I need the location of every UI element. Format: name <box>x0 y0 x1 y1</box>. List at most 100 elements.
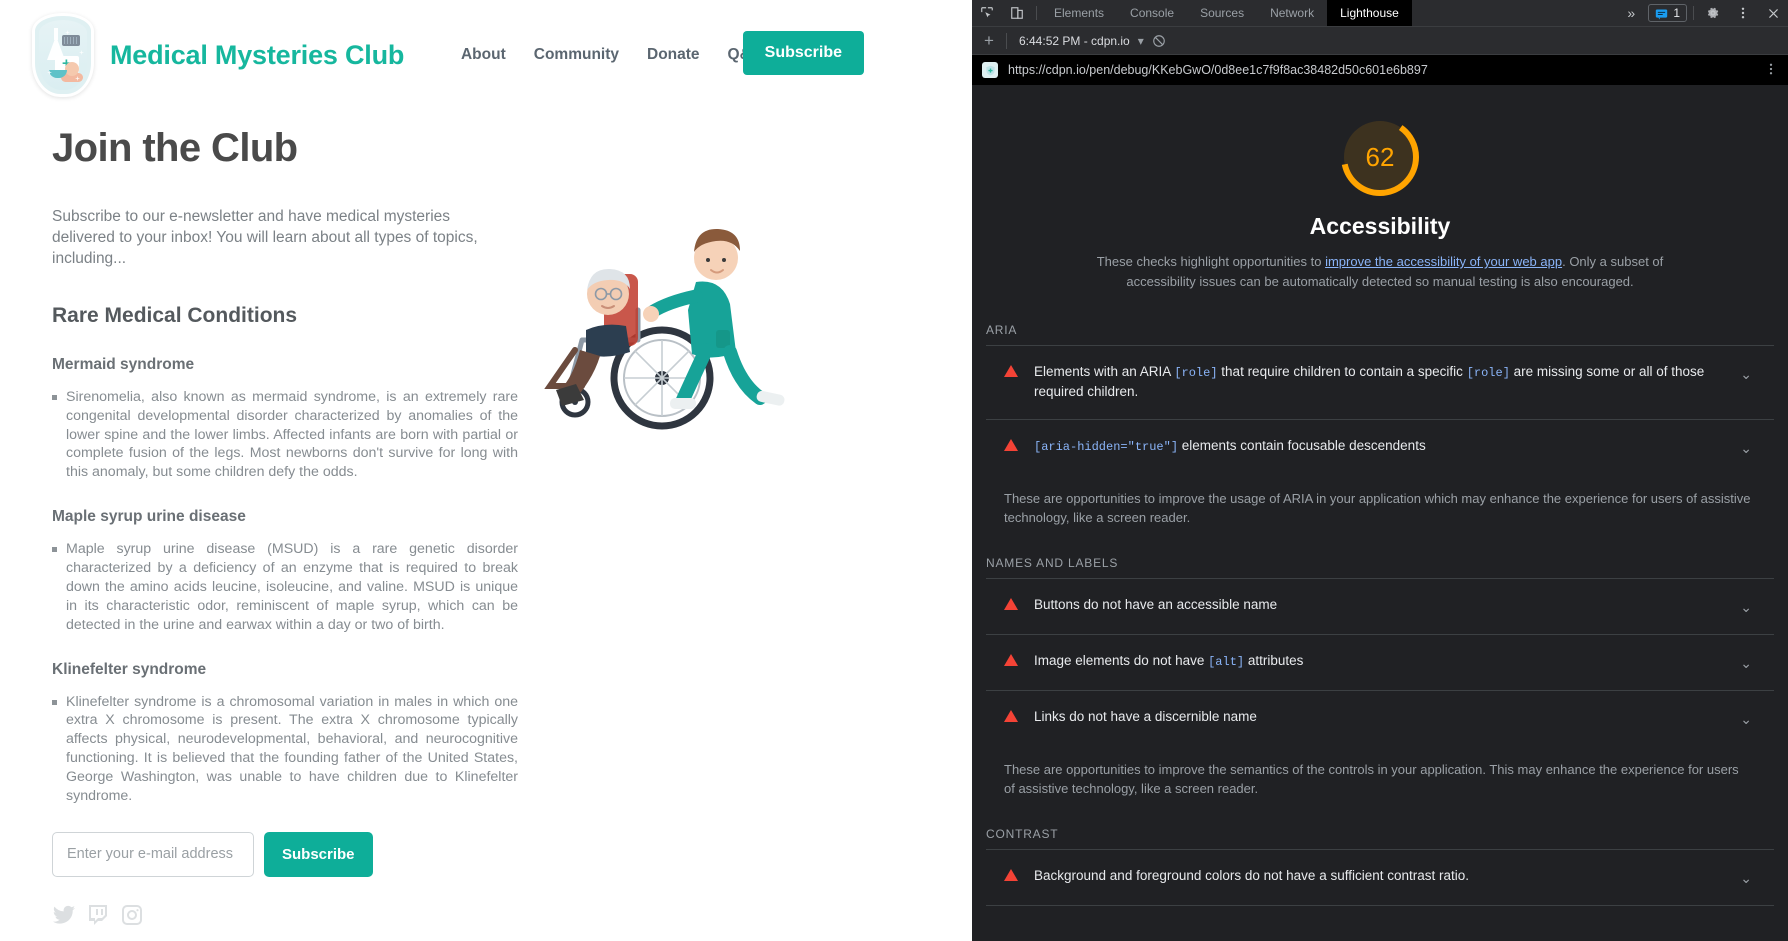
header-subscribe-button[interactable]: Subscribe <box>742 31 864 75</box>
audit-row[interactable]: Image elements do not have [alt] attribu… <box>986 633 1774 690</box>
lighthouse-report: 62 Accessibility These checks highlight … <box>972 85 1788 941</box>
chevron-down-icon[interactable]: ⌄ <box>1740 653 1752 674</box>
audit-row[interactable]: Elements with an ARIA [role] that requir… <box>986 345 1774 419</box>
chevron-down-icon[interactable]: ▾ <box>1138 34 1144 48</box>
tab-elements[interactable]: Elements <box>1041 0 1117 26</box>
fail-warning-icon <box>1004 653 1018 666</box>
close-icon[interactable] <box>1758 0 1788 26</box>
runbar-divider <box>1006 32 1007 49</box>
fail-warning-icon <box>1004 709 1018 722</box>
group-note-names-and-labels: These are opportunities to improve the s… <box>1004 761 1739 797</box>
nav-item-about[interactable]: About <box>461 46 506 64</box>
audit-row[interactable]: Links do not have a discernible name ⌄ <box>986 689 1774 746</box>
chevron-down-icon[interactable]: ⌄ <box>1740 868 1752 889</box>
condition-title-klinefelter: Klinefelter syndrome <box>52 660 207 678</box>
main-nav: About Community Donate Q&A <box>461 0 762 110</box>
description-pre: These checks highlight opportunities to <box>1096 254 1326 269</box>
group-title-names-and-labels: NAMES AND LABELS <box>986 555 1119 570</box>
social-links <box>52 903 972 927</box>
report-kebab-menu-icon[interactable] <box>1764 62 1778 79</box>
group-title-aria: ARIA <box>986 323 1018 337</box>
audit-title: Buttons do not have an accessible name <box>1034 596 1278 612</box>
fail-warning-icon <box>1004 438 1018 451</box>
nav-item-community[interactable]: Community <box>534 46 619 64</box>
condition-body-klinefelter: Klinefelter syndrome is a chromosomal va… <box>52 693 518 806</box>
tab-console[interactable]: Console <box>1117 0 1187 26</box>
accessibility-score-gauge: 62 <box>1338 115 1422 199</box>
clear-all-icon[interactable] <box>1152 34 1166 48</box>
chevron-down-icon[interactable]: ⌄ <box>1740 597 1752 618</box>
audit-title: Links do not have a discernible name <box>1034 708 1257 724</box>
audit-title: Image elements do not have [alt] attribu… <box>1034 652 1304 669</box>
list-item: Sirenomelia, also known as mermaid syndr… <box>52 388 518 482</box>
subscribe-button[interactable]: Subscribe <box>264 831 373 877</box>
report-urlbar: https://cdpn.io/pen/debug/KKebGwO/0d8ee1… <box>972 55 1788 85</box>
fail-warning-icon <box>1004 868 1018 881</box>
list-item: Klinefelter syndrome is a chromosomal va… <box>52 693 518 806</box>
devtools-tabbar: Elements Console Sources Network Lightho… <box>972 0 1788 27</box>
fail-warning-icon <box>1004 597 1018 610</box>
chevron-down-icon[interactable]: ⌄ <box>1740 438 1752 459</box>
audit-row[interactable]: Background and foreground colors do not … <box>986 848 1774 906</box>
screen: Medical Mysteries Club About Community D… <box>0 0 1788 941</box>
audit-title: Background and foreground colors do not … <box>1034 867 1470 883</box>
issues-count: 1 <box>1673 6 1680 20</box>
twitter-icon[interactable] <box>52 903 76 927</box>
gear-icon[interactable] <box>1698 0 1728 26</box>
issues-message-icon <box>1656 8 1668 20</box>
web-page-viewport: Medical Mysteries Club About Community D… <box>0 0 972 941</box>
new-report-button[interactable]: + <box>976 31 1002 51</box>
site-header: Medical Mysteries Club About Community D… <box>0 0 972 110</box>
category-title: Accessibility <box>1309 213 1451 239</box>
report-url[interactable]: https://cdpn.io/pen/debug/KKebGwO/0d8ee1… <box>1008 63 1754 77</box>
instagram-icon[interactable] <box>120 903 144 927</box>
brand-title[interactable]: Medical Mysteries Club <box>110 40 404 71</box>
condition-body-mermaid: Sirenomelia, also known as mermaid syndr… <box>52 388 518 482</box>
audit-group-names-and-labels: NAMES AND LABELS Buttons do not have an … <box>972 530 1788 801</box>
intro-paragraph: Subscribe to our e-newsletter and have m… <box>52 208 478 267</box>
condition-title-mermaid: Mermaid syndrome <box>52 355 195 373</box>
audit-group-aria: ARIA Elements with an ARIA [role] that r… <box>972 297 1788 530</box>
page-content: Join the Club Subscribe to our e-newslet… <box>0 110 972 927</box>
chevron-down-icon[interactable]: ⌄ <box>1740 364 1752 385</box>
medical-shield-logo-icon[interactable] <box>32 13 94 97</box>
email-field[interactable] <box>52 831 254 877</box>
accessibility-docs-link[interactable]: improve the accessibility of your web ap… <box>1325 254 1562 269</box>
nurse-pushing-wheelchair-illustration <box>544 228 785 430</box>
audit-group-contrast: CONTRAST Background and foreground color… <box>972 801 1788 908</box>
section-heading: Rare Medical Conditions <box>52 303 298 327</box>
audit-row[interactable]: Buttons do not have an accessible name ⌄ <box>986 577 1774 634</box>
list-item: Maple syrup urine disease (MSUD) is a ra… <box>52 540 518 634</box>
toolbar-divider <box>1036 6 1037 20</box>
devtools-panel: Elements Console Sources Network Lightho… <box>972 0 1788 941</box>
toolbar-divider-2 <box>1693 6 1694 20</box>
lighthouse-runbar: + 6:44:52 PM - cdpn.io ▾ <box>972 27 1788 55</box>
audit-title: Elements with an ARIA [role] that requir… <box>1034 364 1705 400</box>
more-tabs-icon[interactable]: » <box>1616 0 1646 26</box>
tab-lighthouse[interactable]: Lighthouse <box>1327 0 1412 26</box>
nav-item-donate[interactable]: Donate <box>647 46 700 64</box>
page-title: Join the Club <box>52 126 298 170</box>
issues-badge[interactable]: 1 <box>1648 4 1687 22</box>
group-note-aria: These are opportunities to improve the u… <box>1004 490 1751 526</box>
accessibility-score-value: 62 <box>1365 141 1395 172</box>
report-selector-label[interactable]: 6:44:52 PM - cdpn.io <box>1011 34 1138 48</box>
condition-body-msud: Maple syrup urine disease (MSUD) is a ra… <box>52 540 518 634</box>
group-title-contrast: CONTRAST <box>986 826 1059 841</box>
device-toolbar-icon[interactable] <box>1002 0 1032 26</box>
page-favicon-icon <box>982 62 998 78</box>
tab-network[interactable]: Network <box>1257 0 1327 26</box>
category-description: These checks highlight opportunities to … <box>1080 252 1680 291</box>
fail-warning-icon <box>1004 365 1018 377</box>
kebab-menu-icon[interactable] <box>1728 0 1758 26</box>
condition-title-msud: Maple syrup urine disease <box>52 508 246 526</box>
subscribe-form: Subscribe <box>52 831 972 877</box>
chevron-down-icon[interactable]: ⌄ <box>1740 709 1752 730</box>
twitch-icon[interactable] <box>86 903 110 927</box>
lighthouse-hero: 62 Accessibility These checks highlight … <box>972 85 1788 297</box>
inspect-element-icon[interactable] <box>972 0 1002 26</box>
audit-title: [aria-hidden="true"] elements contain fo… <box>1034 437 1426 454</box>
audit-row[interactable]: [aria-hidden="true"] elements contain fo… <box>986 418 1774 475</box>
tab-sources[interactable]: Sources <box>1187 0 1257 26</box>
